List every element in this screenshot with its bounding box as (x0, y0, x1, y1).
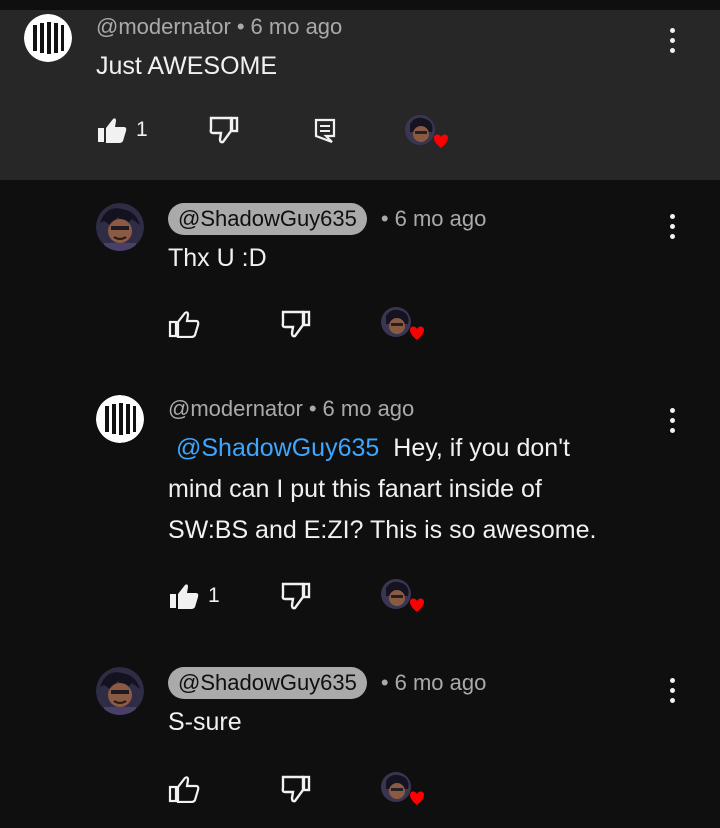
thumbs-down-icon (209, 116, 239, 144)
like-button[interactable]: 1 (168, 582, 220, 610)
separator-dot: • (380, 670, 389, 695)
like-button[interactable] (168, 775, 200, 803)
highlighted-comment: @modernator • 6 mo ago Just AWESOME 1 (0, 10, 720, 180)
avatar[interactable] (96, 203, 144, 251)
comment-text-line2: mind can I put this fanart inside of (168, 475, 542, 503)
thumbs-up-icon (98, 118, 127, 143)
timestamp[interactable]: 6 mo ago (395, 206, 487, 232)
more-vertical-icon[interactable] (666, 678, 678, 708)
comment-text: Just AWESOME (96, 52, 278, 80)
dislike-button[interactable] (280, 310, 312, 338)
comment-text: S-sure (168, 708, 242, 736)
creator-heart-icon (380, 306, 426, 346)
separator-dot: • (308, 396, 317, 421)
creator-heart-icon (404, 114, 450, 154)
comment-text-line1: Hey, if you don't (393, 434, 570, 462)
timestamp[interactable]: 6 mo ago (251, 14, 343, 40)
comment-meta: @ShadowGuy635 • 6 mo ago (168, 667, 486, 699)
reply-icon (314, 118, 336, 144)
like-count: 1 (208, 584, 220, 607)
comment-line: @ShadowGuy635 Hey, if you don't (168, 428, 648, 469)
creator-heart-icon (380, 578, 426, 618)
thumbs-up-icon (170, 584, 199, 609)
comment-meta: @modernator • 6 mo ago (96, 14, 342, 40)
author-handle-chip[interactable]: @ShadowGuy635 (168, 667, 367, 699)
dislike-button[interactable] (280, 775, 312, 803)
timestamp[interactable]: 6 mo ago (395, 670, 487, 696)
thumbs-down-icon (281, 582, 311, 610)
comment-text: Thx U :D (168, 244, 267, 272)
thumbs-down-icon (281, 310, 311, 338)
like-button[interactable]: 1 (96, 116, 148, 144)
avatar[interactable] (24, 14, 72, 62)
comment-meta: @modernator • 6 mo ago (168, 396, 414, 422)
author-handle[interactable]: @modernator (168, 396, 303, 422)
separator-dot: • (380, 206, 389, 231)
dislike-button[interactable] (280, 582, 312, 610)
mention-link[interactable]: @ShadowGuy635 (176, 434, 379, 462)
reply-button[interactable] (314, 118, 336, 144)
timestamp[interactable]: 6 mo ago (323, 396, 415, 422)
comment-meta: @ShadowGuy635 • 6 mo ago (168, 203, 486, 235)
like-button[interactable] (168, 310, 200, 338)
author-handle-chip[interactable]: @ShadowGuy635 (168, 203, 367, 235)
separator-dot: • (236, 14, 245, 39)
avatar[interactable] (96, 667, 144, 715)
more-vertical-icon[interactable] (666, 408, 678, 438)
dislike-button[interactable] (208, 116, 240, 144)
thumbs-up-icon (168, 776, 200, 803)
thumbs-down-icon (281, 775, 311, 803)
comment-text-line3: SW:BS and E:ZI? This is so awesome. (168, 516, 597, 544)
more-vertical-icon[interactable] (666, 214, 678, 244)
creator-heart-icon (380, 771, 426, 811)
like-count: 1 (136, 118, 148, 141)
thumbs-up-icon (168, 311, 200, 338)
avatar[interactable] (96, 395, 144, 443)
comment-text: @ShadowGuy635 Hey, if you don't mind can … (168, 428, 648, 551)
more-vertical-icon[interactable] (666, 28, 678, 58)
author-handle[interactable]: @modernator (96, 14, 231, 40)
top-strip (0, 0, 720, 10)
